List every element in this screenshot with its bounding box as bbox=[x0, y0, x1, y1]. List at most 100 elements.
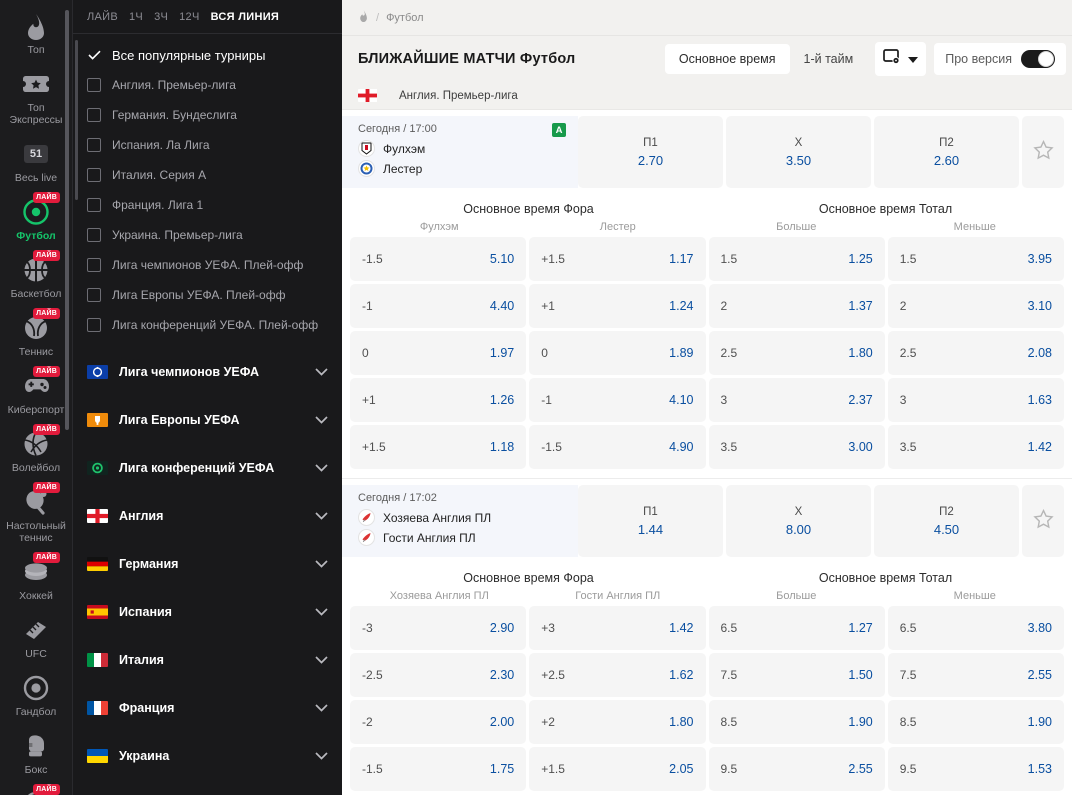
tournament-row[interactable]: Лига Европы УЕФА. Плей-офф bbox=[73, 280, 342, 310]
main-odd-cell[interactable]: П1 2.70 bbox=[578, 116, 723, 188]
chevron-down-icon[interactable] bbox=[315, 605, 328, 619]
main-odd-cell[interactable]: П2 4.50 bbox=[874, 485, 1019, 557]
odd-cell[interactable]: +3 1.42 bbox=[529, 606, 706, 650]
league-group-row[interactable]: Лига конференций УЕФА bbox=[73, 444, 342, 492]
sidebar-scrollbar[interactable] bbox=[75, 40, 78, 200]
odd-cell[interactable]: 1.5 1.25 bbox=[708, 237, 885, 281]
tournament-row[interactable]: Италия. Серия А bbox=[73, 160, 342, 190]
odd-cell[interactable]: 2 3.10 bbox=[887, 284, 1064, 328]
match-info[interactable]: Сегодня / 17:02 Хозяева Англия ПЛ Гости … bbox=[342, 485, 578, 557]
odd-cell[interactable]: 7.5 1.50 bbox=[708, 653, 885, 697]
layout-settings-button[interactable] bbox=[875, 42, 927, 76]
odd-cell[interactable]: 2.5 1.80 bbox=[708, 331, 885, 375]
time-filter-1Ч[interactable]: 1Ч bbox=[129, 11, 143, 23]
odd-cell[interactable]: 3 2.37 bbox=[708, 378, 885, 422]
rail-item-football-icon[interactable]: ЛАЙВ Футбол bbox=[0, 190, 72, 248]
tab-main-time[interactable]: Основное время bbox=[664, 44, 790, 74]
odd-cell[interactable]: +2 1.80 bbox=[529, 700, 706, 744]
odd-cell[interactable]: 8.5 1.90 bbox=[887, 700, 1064, 744]
tournament-row[interactable]: Лига чемпионов УЕФА. Плей-офф bbox=[73, 250, 342, 280]
rail-item-ufc-icon[interactable]: UFC bbox=[0, 608, 72, 666]
odd-cell[interactable]: 9.5 2.55 bbox=[708, 747, 885, 791]
odd-cell[interactable]: -1.5 5.10 bbox=[350, 237, 527, 281]
league-group-row[interactable]: Англия bbox=[73, 492, 342, 540]
odd-cell[interactable]: 3.5 3.00 bbox=[708, 425, 885, 469]
chevron-down-icon[interactable] bbox=[315, 509, 328, 523]
odd-cell[interactable]: +1 1.26 bbox=[350, 378, 527, 422]
tournament-checkbox[interactable] bbox=[87, 108, 101, 122]
league-group-row[interactable]: Чемпионат Европы bbox=[73, 780, 342, 795]
tournament-row[interactable]: Франция. Лига 1 bbox=[73, 190, 342, 220]
league-group-row[interactable]: Испания bbox=[73, 588, 342, 636]
league-group-row[interactable]: Италия bbox=[73, 636, 342, 684]
chevron-down-icon[interactable] bbox=[315, 557, 328, 571]
tournament-row[interactable]: Украина. Премьер-лига bbox=[73, 220, 342, 250]
odd-cell[interactable]: +1.5 1.17 bbox=[529, 237, 706, 281]
favorite-star-button[interactable] bbox=[1022, 116, 1064, 188]
odd-cell[interactable]: 8.5 1.90 bbox=[708, 700, 885, 744]
odd-cell[interactable]: +1.5 1.18 bbox=[350, 425, 527, 469]
odd-cell[interactable]: -1.5 4.90 bbox=[529, 425, 706, 469]
tab-first-half[interactable]: 1-й тайм bbox=[790, 44, 868, 74]
chevron-down-icon[interactable] bbox=[315, 365, 328, 379]
main-odd-cell[interactable]: П2 2.60 bbox=[874, 116, 1019, 188]
odd-cell[interactable]: +1.5 2.05 bbox=[529, 747, 706, 791]
tournament-checkbox[interactable] bbox=[87, 78, 101, 92]
rail-item-hockey-puck-icon[interactable]: ЛАЙВ Хоккей bbox=[0, 550, 72, 608]
tournament-row[interactable]: Англия. Премьер-лига bbox=[73, 70, 342, 100]
league-group-row[interactable]: Лига Европы УЕФА bbox=[73, 396, 342, 444]
odd-cell[interactable]: -1 4.10 bbox=[529, 378, 706, 422]
odd-cell[interactable]: -2.5 2.30 bbox=[350, 653, 527, 697]
league-group-row[interactable]: Лига чемпионов УЕФА bbox=[73, 348, 342, 396]
rail-item-boxing-glove-icon[interactable]: Бокс bbox=[0, 724, 72, 782]
chevron-down-icon[interactable] bbox=[315, 701, 328, 715]
rail-item-volleyball-icon[interactable]: ЛАЙВ Волейбол bbox=[0, 422, 72, 480]
tournament-checkbox[interactable] bbox=[87, 138, 101, 152]
chevron-down-icon[interactable] bbox=[315, 413, 328, 427]
rail-item-table-tennis-icon[interactable]: ЛАЙВ Настольный теннис bbox=[0, 480, 72, 550]
odd-cell[interactable]: -1.5 1.75 bbox=[350, 747, 527, 791]
tournament-checkbox[interactable] bbox=[87, 258, 101, 272]
pro-version-toggle[interactable]: Про версия bbox=[934, 43, 1066, 75]
breadcrumb-current[interactable]: Футбол bbox=[386, 12, 424, 24]
odd-cell[interactable]: 6.5 3.80 bbox=[887, 606, 1064, 650]
main-odd-cell[interactable]: X 8.00 bbox=[726, 485, 871, 557]
rail-item-tennis-icon[interactable]: ЛАЙВ Теннис bbox=[0, 306, 72, 364]
odd-cell[interactable]: -2 2.00 bbox=[350, 700, 527, 744]
league-group-row[interactable]: Франция bbox=[73, 684, 342, 732]
tournament-row[interactable]: Лига конференций УЕФА. Плей-офф bbox=[73, 310, 342, 340]
odd-cell[interactable]: 3 1.63 bbox=[887, 378, 1064, 422]
odd-cell[interactable]: 7.5 2.55 bbox=[887, 653, 1064, 697]
tournament-row[interactable]: Испания. Ла Лига bbox=[73, 130, 342, 160]
time-filter-ЛАЙВ[interactable]: ЛАЙВ bbox=[87, 11, 118, 23]
chevron-down-icon[interactable] bbox=[315, 461, 328, 475]
odd-cell[interactable]: 2 1.37 bbox=[708, 284, 885, 328]
tournament-checkbox[interactable] bbox=[87, 228, 101, 242]
match-info[interactable]: Сегодня / 17:00 Фулхэм Лестер A bbox=[342, 116, 578, 188]
tournament-checkbox[interactable] bbox=[87, 168, 101, 182]
rail-item-count-badge[interactable]: 51 Весь live bbox=[0, 132, 72, 190]
tournament-checkbox[interactable] bbox=[87, 198, 101, 212]
odd-cell[interactable]: 2.5 2.08 bbox=[887, 331, 1064, 375]
flame-icon[interactable] bbox=[358, 10, 369, 25]
odd-cell[interactable]: 3.5 1.42 bbox=[887, 425, 1064, 469]
odd-cell[interactable]: -1 4.40 bbox=[350, 284, 527, 328]
favorite-star-button[interactable] bbox=[1022, 485, 1064, 557]
time-filter-3Ч[interactable]: 3Ч bbox=[154, 11, 168, 23]
all-popular-tournaments-row[interactable]: Все популярные турниры bbox=[73, 40, 342, 70]
tournament-checkbox[interactable] bbox=[87, 318, 101, 332]
rail-item-futsal-icon[interactable]: ЛАЙВФутзал bbox=[0, 782, 72, 795]
chevron-down-icon[interactable] bbox=[315, 749, 328, 763]
league-header[interactable]: Англия. Премьер-лига bbox=[342, 82, 1072, 110]
time-filter-ВСЯ ЛИНИЯ[interactable]: ВСЯ ЛИНИЯ bbox=[211, 11, 280, 23]
rail-item-basketball-icon[interactable]: ЛАЙВ Баскетбол bbox=[0, 248, 72, 306]
odd-cell[interactable]: +1 1.24 bbox=[529, 284, 706, 328]
pro-version-switch[interactable] bbox=[1021, 50, 1055, 68]
odd-cell[interactable]: 6.5 1.27 bbox=[708, 606, 885, 650]
rail-item-handball-icon[interactable]: Гандбол bbox=[0, 666, 72, 724]
main-odd-cell[interactable]: X 3.50 bbox=[726, 116, 871, 188]
time-filter-12Ч[interactable]: 12Ч bbox=[179, 11, 199, 23]
odd-cell[interactable]: 9.5 1.53 bbox=[887, 747, 1064, 791]
odd-cell[interactable]: +2.5 1.62 bbox=[529, 653, 706, 697]
rail-item-gamepad-icon[interactable]: ЛАЙВ Киберспорт bbox=[0, 364, 72, 422]
